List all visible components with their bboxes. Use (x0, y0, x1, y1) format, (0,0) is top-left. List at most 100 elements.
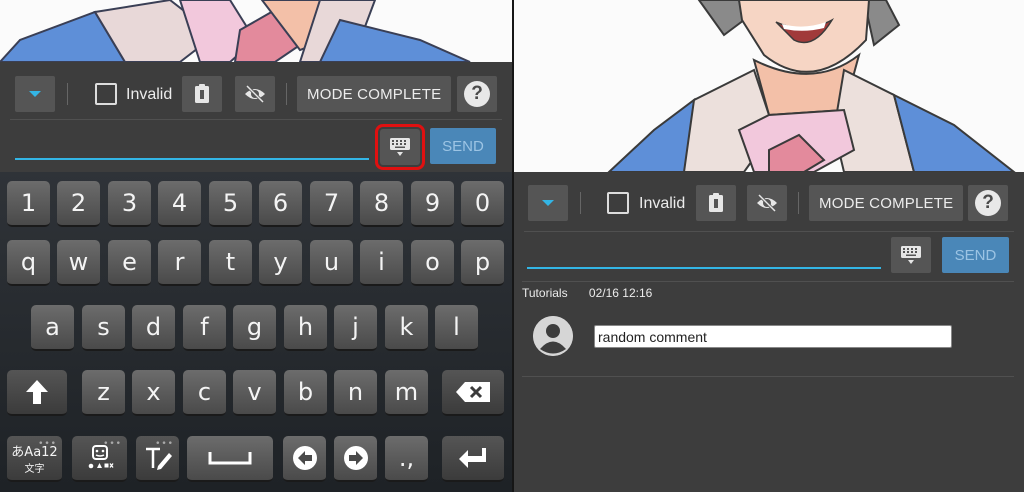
key-w[interactable]: w (57, 240, 100, 286)
key-j[interactable]: j (334, 305, 377, 351)
visibility-off-icon (757, 193, 777, 213)
emoji-symbol-key[interactable]: ••• (72, 436, 127, 482)
input-mode-key[interactable]: ••• あAa12 文字 (7, 436, 62, 482)
key-f[interactable]: f (183, 305, 226, 351)
left-panel: Invalid MODE COMPLETE ? SEND 1 2 3 4 5 6… (0, 0, 512, 492)
key-c[interactable]: c (183, 370, 226, 416)
cursor-left-key[interactable] (283, 436, 326, 482)
key-r[interactable]: r (158, 240, 201, 286)
top-toolbar: Invalid MODE COMPLETE ? (514, 174, 1024, 232)
more-indicator: ••• (103, 439, 122, 449)
hide-button[interactable] (747, 185, 787, 221)
arrow-left-circle-icon (292, 446, 317, 470)
dropdown-button[interactable] (528, 185, 568, 221)
key-u[interactable]: u (310, 240, 353, 286)
key-o[interactable]: o (411, 240, 454, 286)
anime-character-illustration (514, 0, 1024, 172)
shift-key[interactable] (7, 370, 67, 416)
enter-return-icon (459, 448, 486, 468)
invalid-checkbox[interactable] (95, 83, 117, 105)
keyboard-icon (901, 246, 921, 264)
punctuation-key[interactable]: ., (385, 436, 428, 482)
keyboard-toggle-button[interactable] (891, 237, 931, 273)
input-separator (522, 281, 1014, 282)
key-n[interactable]: n (334, 370, 377, 416)
right-panel: Invalid MODE COMPLETE ? SEND Tutorials 0… (514, 0, 1024, 492)
comment-input[interactable] (527, 267, 881, 269)
dropdown-button[interactable] (15, 76, 55, 112)
artwork-canvas (514, 0, 1024, 172)
key-y[interactable]: y (259, 240, 302, 286)
key-a[interactable]: a (31, 305, 74, 351)
space-bar-icon (208, 452, 252, 465)
keyboard-icon (390, 138, 410, 156)
key-5[interactable]: 5 (209, 181, 252, 227)
key-1[interactable]: 1 (7, 181, 50, 227)
invalid-label: Invalid (639, 195, 686, 212)
help-button[interactable]: ? (457, 76, 497, 112)
key-z[interactable]: z (82, 370, 125, 416)
key-l[interactable]: l (435, 305, 478, 351)
keyboard-toggle-button[interactable] (375, 124, 425, 170)
hide-button[interactable] (235, 76, 275, 112)
handwriting-key[interactable]: ••• (136, 436, 179, 482)
key-b[interactable]: b (284, 370, 327, 416)
key-i[interactable]: i (360, 240, 403, 286)
dropdown-arrow-icon (542, 200, 554, 206)
artwork-canvas (0, 0, 512, 62)
backspace-icon (456, 382, 490, 402)
mode-complete-button[interactable]: MODE COMPLETE (297, 76, 452, 112)
input-mode-sublabel: 文字 (24, 464, 45, 475)
key-0[interactable]: 0 (461, 181, 504, 227)
dropdown-arrow-icon (29, 91, 41, 97)
key-p[interactable]: p (461, 240, 504, 286)
visibility-off-icon (245, 84, 265, 104)
space-key[interactable] (187, 436, 273, 482)
comment-separator (522, 376, 1014, 377)
clipboard-button[interactable] (182, 76, 222, 112)
key-q[interactable]: q (7, 240, 50, 286)
key-4[interactable]: 4 (158, 181, 201, 227)
clipboard-button[interactable] (696, 185, 736, 221)
key-9[interactable]: 9 (411, 181, 454, 227)
toolbar-divider (798, 192, 799, 214)
comment-input-row: SEND (0, 120, 512, 172)
send-button[interactable]: SEND (430, 128, 496, 164)
comment-input-row: SEND (514, 232, 1024, 284)
toolbar-divider (580, 192, 581, 214)
key-d[interactable]: d (132, 305, 175, 351)
help-button[interactable]: ? (968, 185, 1008, 221)
key-v[interactable]: v (233, 370, 276, 416)
invalid-label: Invalid (126, 86, 173, 103)
key-t[interactable]: t (209, 240, 252, 286)
key-6[interactable]: 6 (259, 181, 302, 227)
send-button[interactable]: SEND (942, 237, 1009, 273)
key-m[interactable]: m (385, 370, 428, 416)
key-e[interactable]: e (108, 240, 151, 286)
key-x[interactable]: x (132, 370, 175, 416)
key-7[interactable]: 7 (310, 181, 353, 227)
backspace-key[interactable] (442, 370, 504, 416)
key-s[interactable]: s (82, 305, 125, 351)
top-toolbar: Invalid MODE COMPLETE ? (0, 62, 512, 120)
toolbar-divider (67, 83, 68, 105)
comment-author: Tutorials (522, 286, 568, 300)
shift-arrow-icon (26, 380, 48, 404)
key-g[interactable]: g (233, 305, 276, 351)
more-indicator: ••• (38, 439, 57, 449)
mode-complete-button[interactable]: MODE COMPLETE (809, 185, 964, 221)
comment-input[interactable] (15, 158, 369, 160)
invalid-checkbox[interactable] (607, 192, 629, 214)
key-8[interactable]: 8 (360, 181, 403, 227)
help-icon: ? (975, 190, 1001, 216)
key-h[interactable]: h (284, 305, 327, 351)
enter-key[interactable] (442, 436, 504, 482)
cursor-right-key[interactable] (334, 436, 377, 482)
soft-keyboard: 1 2 3 4 5 6 7 8 9 0 q w e r t y u i o p … (0, 172, 512, 492)
clipboard-icon (195, 84, 209, 103)
key-3[interactable]: 3 (108, 181, 151, 227)
key-k[interactable]: k (385, 305, 428, 351)
clipboard-icon (709, 193, 723, 212)
key-2[interactable]: 2 (57, 181, 100, 227)
comment-text-field[interactable]: random comment (594, 325, 952, 348)
